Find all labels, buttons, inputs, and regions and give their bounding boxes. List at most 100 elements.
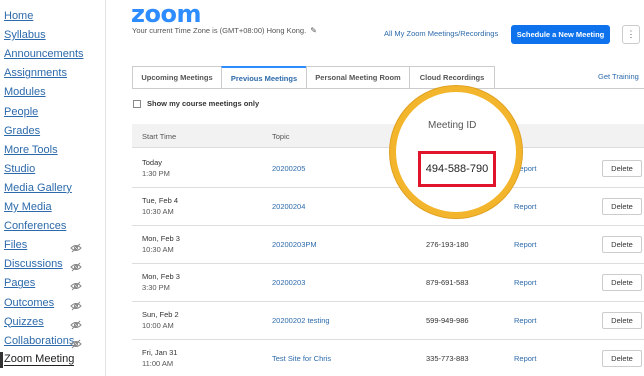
report-link[interactable]: Report [514, 316, 537, 325]
sidebar-item-more-tools[interactable]: More Tools [4, 142, 58, 158]
meeting-topic-link[interactable]: 20200204 [272, 202, 305, 211]
table-row: Today1:30 PM20200205494-588-790ReportDel… [132, 150, 644, 188]
course-meetings-checkbox[interactable] [133, 100, 141, 108]
all-meetings-link[interactable]: All My Zoom Meetings/Recordings [384, 29, 498, 38]
meeting-topic-link[interactable]: 20200202 testing [272, 316, 330, 325]
report-link[interactable]: Report [514, 202, 537, 211]
sidebar-item-label: My Media [4, 201, 52, 213]
meeting-time: 10:30 AM [142, 245, 174, 254]
hidden-eye-icon [70, 259, 82, 272]
sidebar-item-label: Discussions [4, 258, 63, 271]
sidebar-item-label: Media Gallery [4, 181, 72, 194]
table-row: Mon, Feb 3 3:30 PM 20200203 879-691-583 Repo… [132, 264, 644, 302]
hidden-eye-icon [70, 298, 82, 310]
sidebar-item-label: Studio [4, 162, 36, 175]
sidebar-item-label: Assignments [4, 67, 67, 80]
sidebar-item-label: Pages [4, 277, 36, 290]
report-link[interactable]: Report [514, 354, 537, 363]
sidebar-item-outcomes[interactable]: Outcomes [4, 295, 54, 311]
meeting-topic-link[interactable]: 20200203PM [272, 240, 317, 249]
sidebar-item-label: Syllabus [4, 29, 46, 42]
topic-header: Topic [272, 132, 290, 141]
report-link[interactable]: Report [514, 278, 537, 287]
sidebar-item-label: More Tools [4, 143, 58, 156]
table-header: Start Time Topic [132, 124, 644, 148]
edit-pencil-icon[interactable]: ✎ [310, 26, 317, 35]
meeting-id: 335-773-883 [426, 354, 469, 363]
timezone-label: Your current Time Zone is (GMT+08:00) Ho… [132, 26, 307, 35]
meeting-time: 10:30 AM [142, 207, 174, 216]
delete-button[interactable]: Delete [602, 198, 642, 215]
table-row: Sun, Feb 2 10:00 AM 20200202 testing 599-94… [132, 302, 644, 340]
sidebar-item-home[interactable]: Home [4, 8, 33, 24]
sidebar-item-label: Files [4, 239, 28, 252]
sidebar-item-label: Quizzes [4, 315, 44, 328]
meeting-day: Fri, Jan 31 [142, 348, 178, 357]
more-options-button[interactable]: ⋮ [622, 25, 640, 44]
meeting-topic-link[interactable]: 20200205 [272, 164, 305, 173]
sidebar-item-zoom-meeting[interactable]: Zoom Meeting [4, 352, 75, 368]
sidebar-item-conferences[interactable]: Conferences [4, 218, 66, 234]
table-row: Tue, Feb 4 10:30 AM 20200204 Report Delete [132, 188, 644, 226]
tab-divider [132, 88, 644, 89]
sidebar-item-label: Grades [4, 124, 41, 137]
meeting-id-header: Meeting ID [428, 120, 477, 131]
sidebar-item-syllabus[interactable]: Syllabus [4, 27, 46, 43]
meeting-time: 1:30 PM [142, 169, 170, 178]
sidebar-item-pages[interactable]: Pages [4, 275, 35, 291]
delete-button[interactable]: Delete [602, 312, 642, 329]
meeting-time: 11:00 AM [142, 359, 174, 368]
highlighted-meeting-id: 494-588-790 [418, 151, 496, 187]
hidden-eye-icon [70, 336, 82, 349]
meeting-id: 276-193-180 [426, 240, 469, 249]
meeting-day: Tue, Feb 4 [142, 196, 178, 205]
sidebar-item-label: Home [4, 10, 34, 22]
tab-personal-meeting-room[interactable]: Personal Meeting Room [306, 66, 410, 88]
meeting-topic-link[interactable]: 20200203 [272, 278, 305, 287]
zoom-logo: zoom [131, 0, 201, 28]
course-meetings-label: Show my course meetings only [147, 99, 260, 108]
sidebar-item-people[interactable]: People [4, 104, 38, 120]
tab-previous-meetings[interactable]: Previous Meetings [221, 66, 307, 88]
delete-button[interactable]: Delete [602, 350, 642, 367]
delete-button[interactable]: Delete [602, 236, 642, 253]
meeting-day: Sun, Feb 2 [142, 310, 179, 319]
sidebar-item-quizzes[interactable]: Quizzes [4, 314, 44, 330]
delete-button[interactable]: Delete [602, 160, 642, 177]
sidebar-item-label: Conferences [4, 220, 67, 233]
meeting-day: Today [142, 158, 163, 167]
meeting-tabs: Upcoming Meetings Previous Meetings Pers… [132, 66, 495, 88]
sidebar-item-my-media[interactable]: My Media [4, 199, 52, 215]
meeting-topic-link[interactable]: Test Site for Chris [272, 354, 331, 363]
sidebar-item-assignments[interactable]: Assignments [4, 65, 67, 81]
table-row: Mon, Feb 3 10:30 AM 20200203PM 276-193-180 R… [132, 226, 644, 264]
sidebar-item-label: Zoom Meeting [4, 353, 75, 367]
meeting-time: 3:30 PM [142, 283, 170, 292]
sidebar-item-grades[interactable]: Grades [4, 123, 40, 139]
get-training-link[interactable]: Get Training [598, 72, 639, 81]
tab-cloud-recordings[interactable]: Cloud Recordings [409, 66, 495, 88]
sidebar-item-files[interactable]: Files [4, 237, 27, 253]
sidebar-item-label: People [4, 105, 39, 118]
active-indicator [0, 352, 3, 368]
sidebar-item-studio[interactable]: Studio [4, 161, 35, 177]
delete-button[interactable]: Delete [602, 274, 642, 291]
hidden-eye-icon [70, 317, 82, 329]
report-link[interactable]: Report [514, 240, 537, 249]
course-sidebar: Home Syllabus Announcements Assignments Modu… [0, 0, 106, 376]
sidebar-item-discussions[interactable]: Discussions [4, 256, 63, 272]
sidebar-item-media-gallery[interactable]: Media Gallery [4, 180, 72, 196]
sidebar-item-label: Collaborations [4, 334, 75, 347]
hidden-eye-icon [70, 240, 82, 253]
schedule-meeting-button[interactable]: Schedule a New Meeting [511, 25, 610, 44]
meeting-day: Mon, Feb 3 [142, 234, 180, 243]
sidebar-item-announcements[interactable]: Announcements [4, 46, 84, 62]
tab-upcoming-meetings[interactable]: Upcoming Meetings [132, 66, 222, 88]
sidebar-item-label: Announcements [4, 48, 84, 61]
start-time-header: Start Time [142, 132, 177, 141]
sidebar-item-modules[interactable]: Modules [4, 84, 46, 100]
meeting-time: 10:00 AM [142, 321, 174, 330]
table-row: Fri, Jan 31 11:00 AM Test Site for Chris 33… [132, 340, 644, 376]
sidebar-item-collaborations[interactable]: Collaborations [4, 333, 74, 349]
sidebar-item-label: Outcomes [4, 296, 55, 309]
